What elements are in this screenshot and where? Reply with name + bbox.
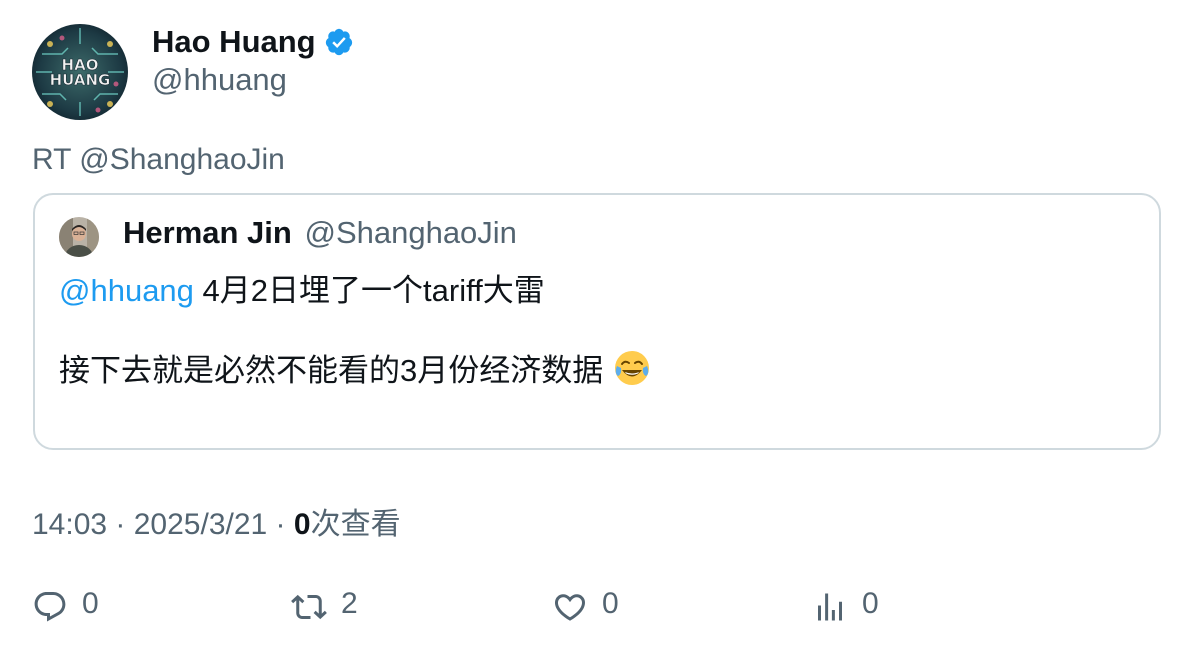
mention-link[interactable]: @hhuang xyxy=(59,273,194,308)
author-handle[interactable]: @hhuang xyxy=(152,62,287,98)
retweet-button[interactable]: 2 xyxy=(291,585,358,629)
quoted-tweet-card[interactable]: Herman Jin @ShanghaoJin @hhuang 4月2日埋了一个… xyxy=(33,193,1161,450)
like-count: 0 xyxy=(602,587,619,620)
views-label: 次查看 xyxy=(310,508,401,541)
quoted-author-avatar[interactable] xyxy=(59,217,99,257)
author-avatar-image: HAO HUANG xyxy=(32,24,128,120)
retweet-count: 2 xyxy=(341,587,358,620)
reply-icon xyxy=(34,592,66,622)
avatar-text-line2: HUANG xyxy=(50,71,111,89)
views-action-count: 0 xyxy=(862,587,879,620)
quoted-text-line1-rest: 4月2日埋了一个tariff大雷 xyxy=(193,273,545,308)
tweet-meta: 14:03 · 2025/3/21 · 0次查看 xyxy=(32,499,401,543)
reply-count: 0 xyxy=(82,587,99,620)
meta-separator: · xyxy=(107,508,134,541)
quoted-text-line2-content: 接下去就是必然不能看的3月份经济数据 xyxy=(59,353,604,388)
author-name-row: Hao Huang xyxy=(152,22,354,62)
bar-chart-icon xyxy=(818,593,842,621)
action-bar: 0 2 0 0 xyxy=(0,585,1196,629)
like-button[interactable]: 0 xyxy=(552,585,619,629)
quoted-author-avatar-image xyxy=(59,217,99,257)
views-button[interactable]: 0 xyxy=(812,585,879,629)
quoted-author-header: Herman Jin @ShanghaoJin xyxy=(123,215,517,251)
heart-icon xyxy=(554,594,586,621)
tweet-date[interactable]: 2025/3/21 xyxy=(134,508,267,541)
tweet-page: HAO HUANG Hao Huang @hhuang RT @Shanghao… xyxy=(0,0,1196,652)
quoted-author-handle[interactable]: @ShanghaoJin xyxy=(304,215,516,250)
author-name[interactable]: Hao Huang xyxy=(152,24,316,60)
quoted-text-line1: @hhuang 4月2日埋了一个tariff大雷 xyxy=(59,265,545,310)
quoted-text-line2: 接下去就是必然不能看的3月份经济数据 xyxy=(59,345,651,390)
tweet-time[interactable]: 14:03 xyxy=(32,508,107,541)
retweet-prefix: RT @ShanghaoJin xyxy=(32,143,285,176)
retweet-icon xyxy=(291,594,327,620)
meta-separator: · xyxy=(267,508,294,541)
quoted-author-name[interactable]: Herman Jin xyxy=(123,215,292,250)
author-avatar[interactable]: HAO HUANG xyxy=(32,24,128,120)
verified-badge-icon xyxy=(324,27,354,57)
views-count: 0 xyxy=(293,508,311,541)
reply-button[interactable]: 0 xyxy=(32,585,99,629)
face-with-tears-of-joy-icon xyxy=(613,349,651,387)
